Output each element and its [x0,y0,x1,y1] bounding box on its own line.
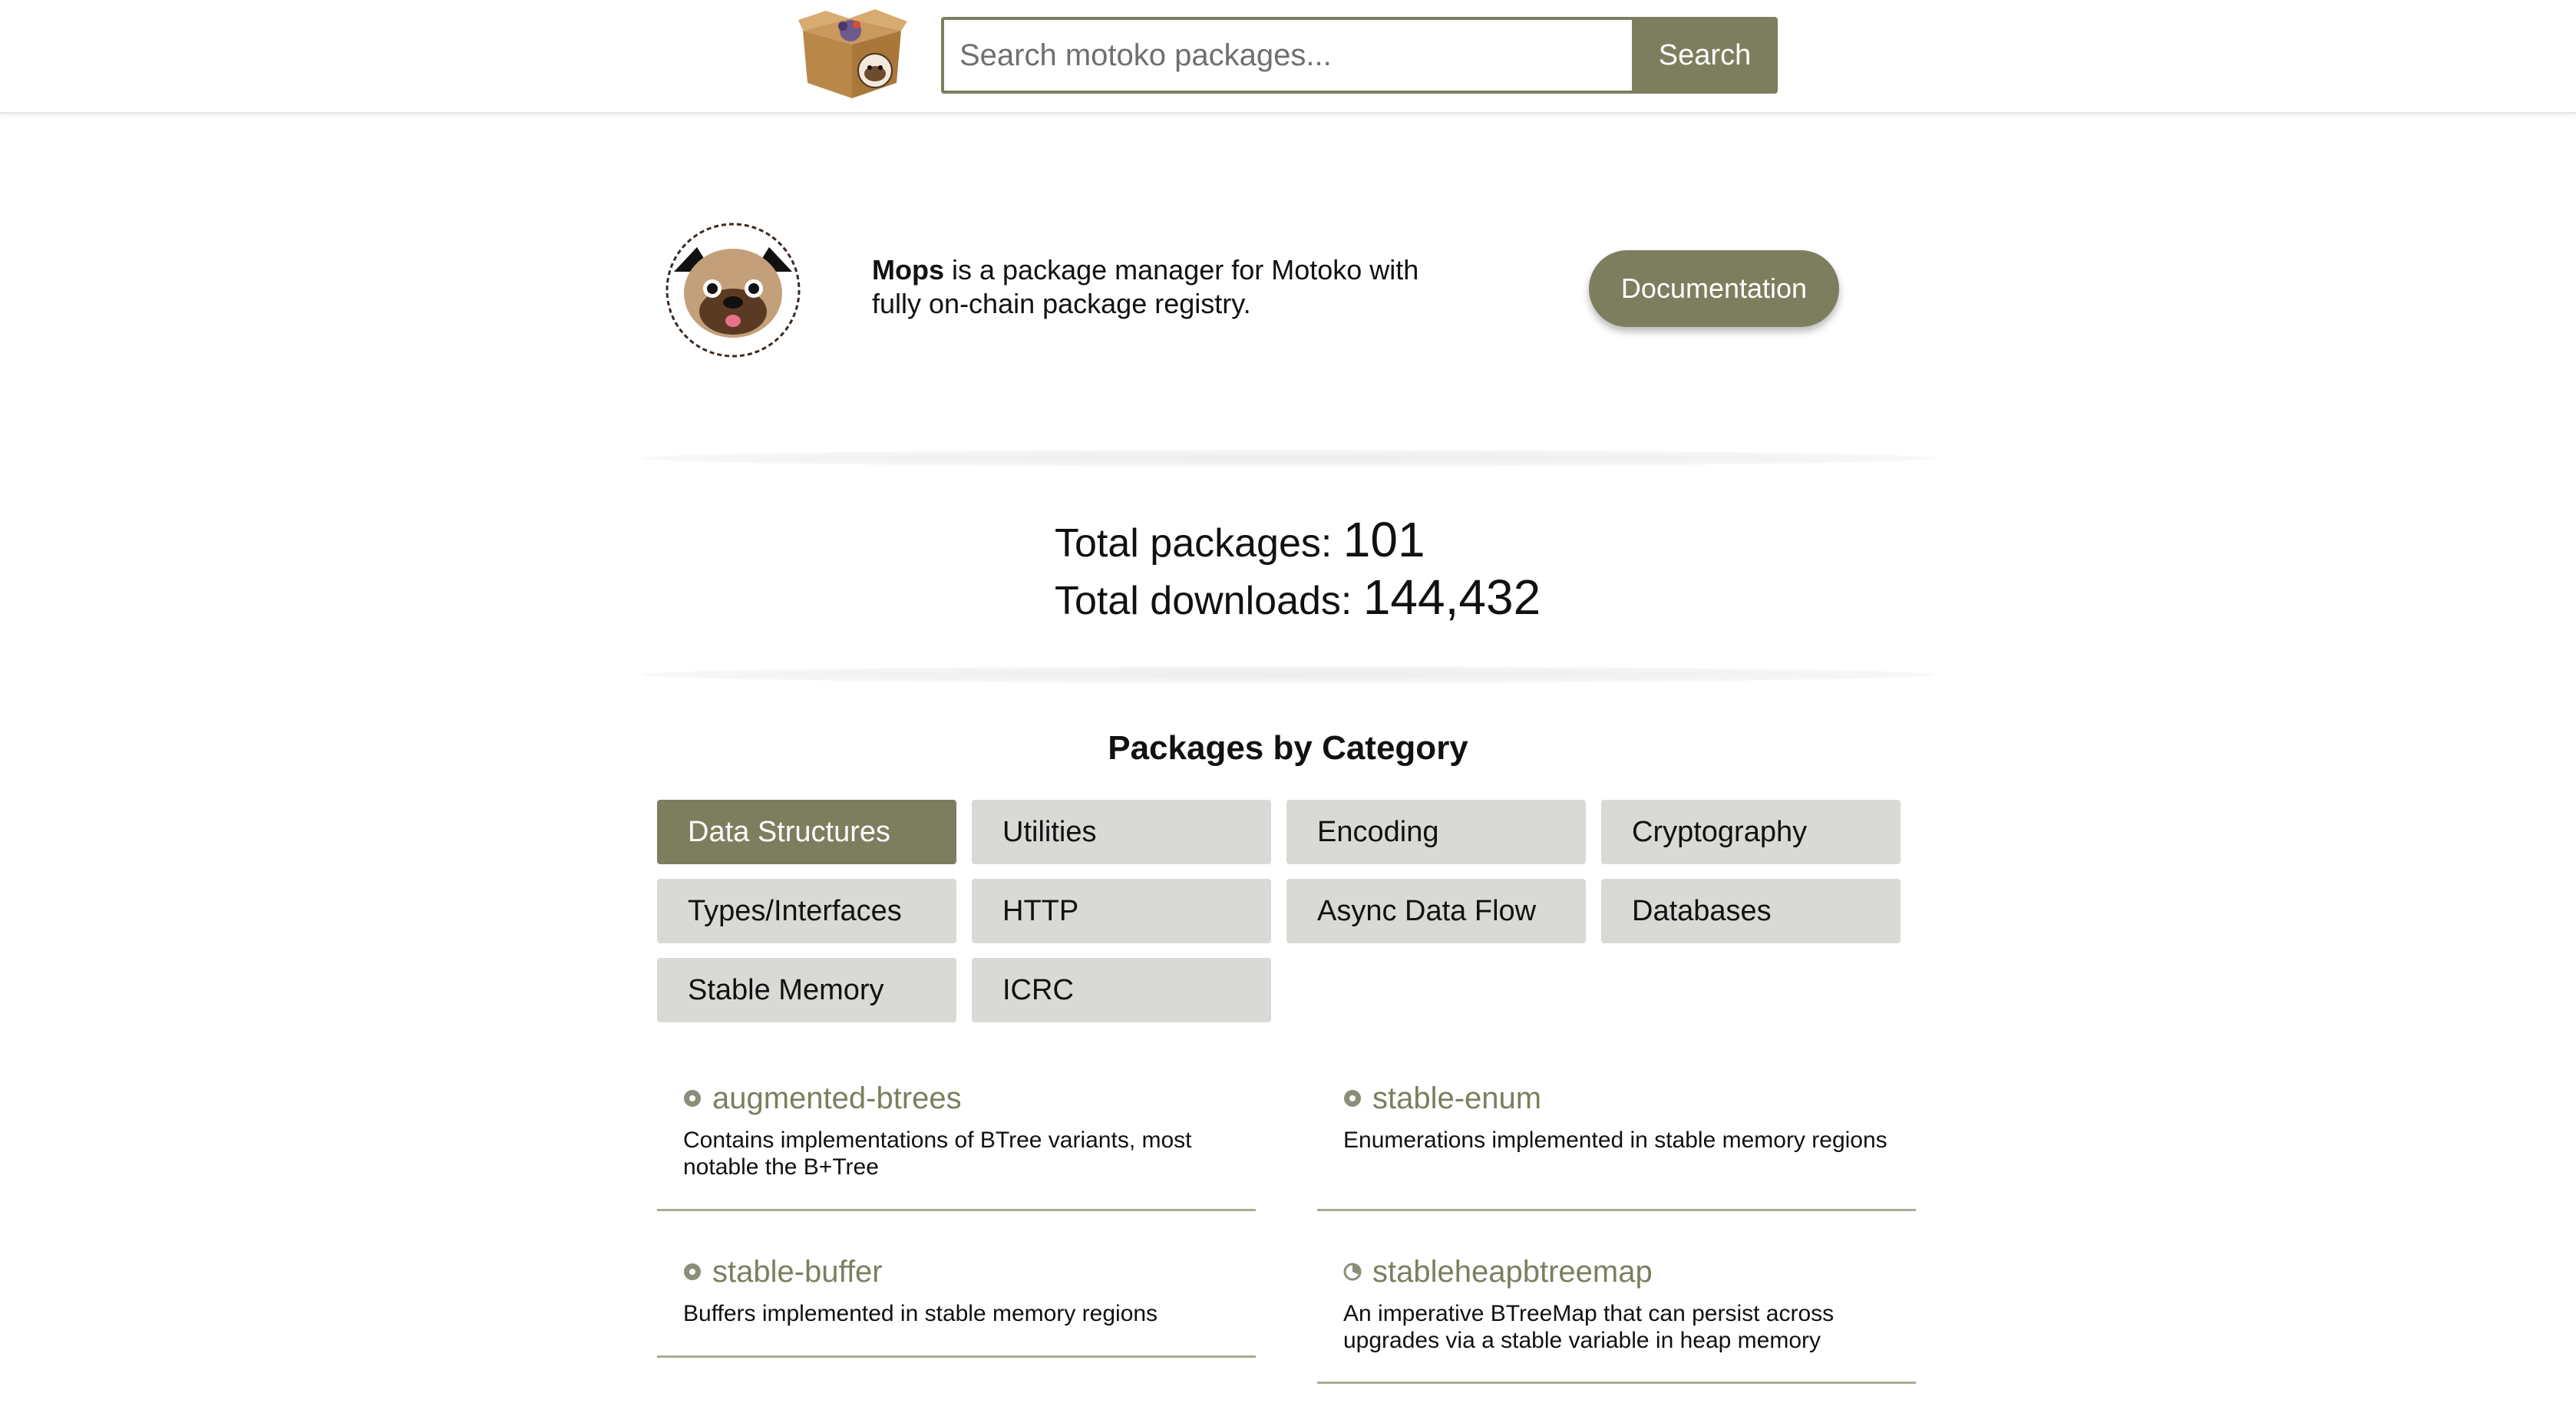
package-status-icon [684,1263,701,1280]
package-card: stable-enum Enumerations implemented in … [1317,1079,1916,1154]
category-data-structures[interactable]: Data Structures [657,800,956,864]
category-stable-memory[interactable]: Stable Memory [657,958,956,1022]
package-name-link[interactable]: stable-buffer [712,1255,883,1289]
package-name-link[interactable]: stableheapbtreemap [1372,1255,1653,1289]
package-card: augmented-btrees Contains implementation… [657,1079,1256,1180]
package-card: stable-buffer Buffers implemented in sta… [657,1253,1256,1327]
category-cryptography[interactable]: Cryptography [1601,800,1901,864]
pug-avatar [657,218,809,358]
top-bar: Search [0,0,2576,114]
category-icrc[interactable]: ICRC [972,958,1271,1022]
category-async-data-flow[interactable]: Async Data Flow [1286,879,1586,943]
documentation-button[interactable]: Documentation [1589,250,1839,327]
hero-tagline: is a package manager for Motoko with ful… [872,254,1419,319]
package-divider [657,1355,1256,1358]
search-input[interactable] [941,17,1633,94]
divider [642,666,1934,683]
pug-mascot-icon [665,223,801,358]
mops-logo[interactable] [795,8,909,101]
package-status-icon [1344,1090,1361,1107]
package-status-partial-icon [1343,1263,1362,1281]
package-description: Buffers implemented in stable memory reg… [683,1301,1158,1326]
search-bar: Search [941,17,1778,94]
category-encoding[interactable]: Encoding [1286,800,1586,864]
brand-name: Mops [872,254,944,286]
divider [642,450,1934,467]
package-description: Enumerations implemented in stable memor… [1343,1128,1887,1153]
package-name-link[interactable]: augmented-btrees [712,1081,962,1116]
category-http[interactable]: HTTP [972,879,1271,943]
box-pug-logo-icon [798,9,907,98]
package-name-link[interactable]: stable-enum [1372,1081,1541,1116]
package-divider [1317,1382,1916,1384]
search-button[interactable]: Search [1632,17,1778,94]
package-divider [1317,1209,1916,1211]
total-downloads: Total downloads: 144,432 [1055,570,1541,625]
total-packages-value: 101 [1342,512,1425,567]
package-card: stableheapbtreemap An imperative BTreeMa… [1317,1253,1916,1354]
total-packages: Total packages: 101 [1055,512,1425,567]
category-utilities[interactable]: Utilities [972,800,1271,864]
total-downloads-value: 144,432 [1362,570,1541,625]
categories-title: Packages by Category [1108,729,1468,767]
package-status-icon [684,1090,701,1107]
package-divider [657,1209,1256,1211]
hero-description: Mops is a package manager for Motoko wit… [872,253,1455,321]
stats: Total packages: 101 Total downloads: 144… [1055,513,1592,628]
category-types-interfaces[interactable]: Types/Interfaces [657,879,956,943]
category-databases[interactable]: Databases [1601,879,1901,943]
package-description: Contains implementations of BTree varian… [683,1128,1192,1180]
package-description: An imperative BTreeMap that can persist … [1343,1301,1835,1353]
